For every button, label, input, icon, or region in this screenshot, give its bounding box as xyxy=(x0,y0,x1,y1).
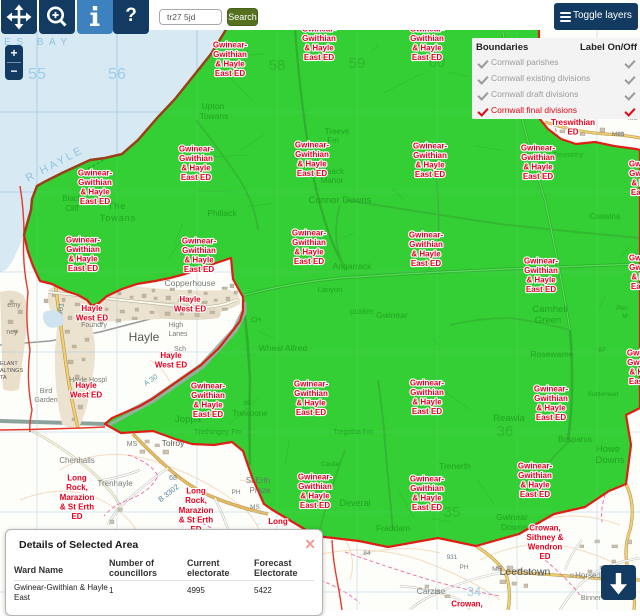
svg-text:Gwinear: Gwinear xyxy=(496,512,528,522)
svg-text:Chenhalls: Chenhalls xyxy=(59,456,95,465)
svg-text:99: 99 xyxy=(243,400,251,407)
svg-text:Gwinear-Gwithian& HayleEast ED: Gwinear-Gwithian& HayleEast ED xyxy=(295,140,330,178)
svg-text:Rosewarne: Rosewarne xyxy=(531,349,574,359)
svg-text:68: 68 xyxy=(169,475,177,482)
svg-text:Gwinear: Gwinear xyxy=(376,310,408,320)
svg-text:Garden: Garden xyxy=(34,397,57,404)
svg-text:Gwinear-Gwithian& HayleEast ED: Gwinear-Gwithian& HayleEast ED xyxy=(78,168,113,206)
svg-text:Treworthy: Treworthy xyxy=(553,152,584,159)
svg-text:M: M xyxy=(622,313,627,320)
svg-text:St Erth: St Erth xyxy=(246,476,270,485)
svg-text:ney: ney xyxy=(6,329,18,336)
svg-text:Gwinear-Gwithian& HayleEast ED: Gwinear-Gwithian& HayleEast ED xyxy=(629,253,640,291)
svg-text:Lanyon: Lanyon xyxy=(318,285,343,294)
svg-text:Lanes: Lanes xyxy=(168,331,188,338)
svg-text:Connor Downs: Connor Downs xyxy=(309,195,372,206)
svg-text:MS: MS xyxy=(492,566,502,573)
svg-text:Gwinear-Gwithian& HayleEast ED: Gwinear-Gwithian& HayleEast ED xyxy=(413,141,448,179)
svg-text:Hayle: Hayle xyxy=(129,330,160,344)
svg-text:Gwinear-Gwithian& HayleEast ED: Gwinear-Gwithian& HayleEast ED xyxy=(298,472,333,510)
svg-text:PH: PH xyxy=(459,564,468,571)
svg-text:Cliff: Cliff xyxy=(65,204,79,213)
svg-text:55: 55 xyxy=(28,66,46,83)
svg-text:emy: emy xyxy=(7,302,21,309)
svg-text:Gwinear-Gwithian& HayleEast ED: Gwinear-Gwithian& HayleEast ED xyxy=(524,256,559,294)
svg-text:Green: Green xyxy=(535,315,561,326)
svg-text:Gwinear-Gwithian& HayleEast ED: Gwinear-Gwithian& HayleEast ED xyxy=(629,159,640,197)
svg-text:84: 84 xyxy=(363,550,371,557)
svg-text:Trenhayle: Trenhayle xyxy=(97,479,133,488)
svg-text:Gwinear-Gwithian& HayleEast ED: Gwinear-Gwithian& HayleEast ED xyxy=(179,144,214,182)
svg-text:56: 56 xyxy=(108,66,126,83)
svg-text:Praze: Praze xyxy=(250,486,271,495)
svg-text:Gwinear-Gwithian& HayleEast ED: Gwinear-Gwithian& HayleEast ED xyxy=(521,143,556,181)
svg-text:Gwinear-Gwithian& HayleEast ED: Gwinear-Gwithian& HayleEast ED xyxy=(292,228,327,266)
svg-text:Castle: Castle xyxy=(321,461,340,468)
svg-text:Trenerth: Trenerth xyxy=(439,461,471,471)
svg-text:Gwinear-Gwithian& HayleEast ED: Gwinear-Gwithian& HayleEast ED xyxy=(182,236,217,274)
svg-text:Carnhell: Carnhell xyxy=(532,304,567,315)
svg-text:Gwinear-Gwithian& HayleEast ED: Gwinear-Gwithian& HayleEast ED xyxy=(534,384,569,422)
svg-text:Suttlehead: Suttlehead xyxy=(587,391,618,398)
svg-text:PH: PH xyxy=(231,489,240,496)
svg-text:Gwinear-Gwithian& HayleEast ED: Gwinear-Gwithian& HayleEast ED xyxy=(409,230,444,268)
svg-text:Copperhouse: Copperhouse xyxy=(164,278,215,288)
svg-text:Gwinear-Gwithian& HayleEast ED: Gwinear-Gwithian& HayleEast ED xyxy=(627,348,640,386)
svg-text:Bird: Bird xyxy=(40,388,53,395)
svg-text:Gwinear-Gwithian& HayleEast ED: Gwinear-Gwithian& HayleEast ED xyxy=(294,379,329,417)
svg-text:Coswina: Coswina xyxy=(590,212,621,221)
svg-text:Long: Long xyxy=(268,517,288,526)
svg-text:Gwinear-Gwithian& HayleEast ED: Gwinear-Gwithian& HayleEast ED xyxy=(302,30,337,62)
svg-text:MS: MS xyxy=(127,441,138,448)
svg-text:High: High xyxy=(169,322,184,329)
svg-text:ELANT: ELANT xyxy=(0,361,18,367)
svg-text:Deveral: Deveral xyxy=(339,498,370,508)
svg-text:931: 931 xyxy=(447,554,458,561)
svg-text:Trewoone: Trewoone xyxy=(232,409,268,418)
svg-text:CH: CH xyxy=(251,317,261,324)
svg-text:Gwinear-Gwithian& HayleEast ED: Gwinear-Gwithian& HayleEast ED xyxy=(191,381,226,419)
svg-text:Mes: Mes xyxy=(612,131,625,138)
svg-text:MS: MS xyxy=(250,504,260,511)
svg-text:Gwinear-Gwithian& HayleEast ED: Gwinear-Gwithian& HayleEast ED xyxy=(66,235,101,273)
svg-text:Binner: Binner xyxy=(581,595,602,602)
svg-text:Carzise: Carzise xyxy=(417,586,446,596)
svg-text:Howe: Howe xyxy=(596,444,620,455)
svg-text:Pen: Pen xyxy=(616,305,628,312)
svg-text:Gwinear-Gwithian& HayleEast ED: Gwinear-Gwithian& HayleEast ED xyxy=(518,461,553,499)
svg-text:Crowan,Sithney &WendronED: Crowan,Sithney &WendronED xyxy=(449,599,486,610)
svg-text:Bosparva: Bosparva xyxy=(558,435,592,444)
svg-text:Leedstown: Leedstown xyxy=(500,566,551,578)
svg-text:Treeve: Treeve xyxy=(325,127,350,136)
svg-text:Foundry: Foundry xyxy=(81,322,107,329)
svg-text:87: 87 xyxy=(598,347,606,354)
svg-text:Angarrack: Angarrack xyxy=(333,261,372,271)
svg-text:Phillack: Phillack xyxy=(207,208,237,218)
svg-text:Fraddam: Fraddam xyxy=(376,523,410,533)
svg-text:Gwinear-Gwithian& HayleEast ED: Gwinear-Gwithian& HayleEast ED xyxy=(213,40,248,78)
svg-text:Gwinear-Gwithian& HayleEast ED: Gwinear-Gwithian& HayleEast ED xyxy=(410,378,445,416)
svg-text:pusker: pusker xyxy=(350,307,374,316)
svg-text:Towans: Towans xyxy=(100,213,137,223)
svg-text:Gwinear-Gwithian& HayleEast ED: Gwinear-Gwithian& HayleEast ED xyxy=(410,474,445,512)
svg-text:Downs: Downs xyxy=(595,455,624,466)
svg-text:Upton: Upton xyxy=(202,101,225,111)
svg-text:ALTINGS: ALTINGS xyxy=(0,368,23,374)
svg-text:Gwinear-Gwithian& HayleEast ED: Gwinear-Gwithian& HayleEast ED xyxy=(410,30,445,62)
svg-text:TA: TA xyxy=(0,375,7,381)
